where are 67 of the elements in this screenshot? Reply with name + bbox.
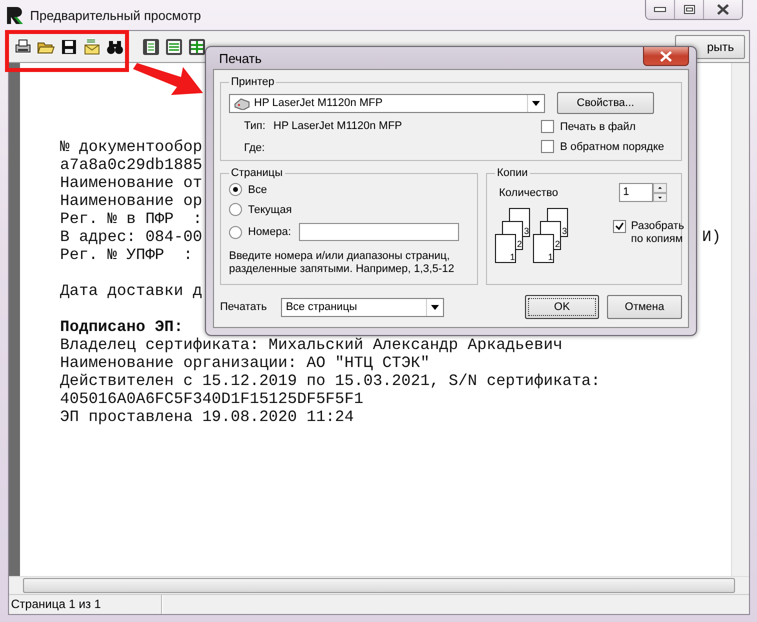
maximize-icon	[684, 5, 694, 14]
printer-icon	[234, 96, 250, 110]
radio-label: Номера:	[248, 226, 292, 238]
document-line: В адрес: 084-00	[60, 228, 202, 246]
group-label: Страницы	[230, 167, 284, 179]
maximize-button[interactable]	[674, 0, 703, 19]
copies-label: Количество	[499, 186, 558, 198]
type-label: Тип:	[244, 120, 266, 132]
document-line: Владелец сертификата: Михальский Александр Аркадьевич	[60, 336, 562, 354]
document-line: Наименование ор	[60, 192, 202, 210]
group-label: Копии	[496, 167, 529, 179]
status-page-text: Страница 1 из 1	[9, 595, 162, 614]
radio-button[interactable]	[229, 226, 242, 238]
group-label: Принтер	[230, 76, 276, 88]
collate-pages-drawing: 3 2 1 3 2 1	[495, 208, 599, 264]
printer-select[interactable]: HP LaserJet M1120n MFP	[229, 94, 545, 112]
document-line: Дата доставки д	[60, 282, 202, 300]
checkbox-label: В обратном порядке	[560, 140, 664, 152]
where-label: Где:	[244, 142, 266, 154]
close-icon	[716, 4, 730, 15]
cancel-button[interactable]: Отмена	[607, 295, 682, 319]
print-range-select[interactable]: Все страницы	[280, 298, 444, 316]
properties-button[interactable]: Свойства...	[557, 92, 654, 114]
document-line: Подписано ЭП:	[60, 318, 184, 336]
checkbox[interactable]	[613, 220, 626, 233]
dialog-title: Печать	[219, 50, 262, 66]
envelope-icon[interactable]	[83, 38, 101, 56]
window-title: Предварительный просмотр	[30, 8, 202, 22]
document-line: № документообор	[60, 138, 202, 156]
horizontal-scrollbar[interactable]	[9, 576, 749, 594]
checkbox-label: Разобрать по копиям	[631, 220, 686, 246]
document-line: ЭП проставлена 19.08.2020 11:24	[60, 408, 354, 426]
minimize-icon	[654, 6, 666, 12]
checkbox[interactable]	[541, 120, 554, 133]
copies-field[interactable]: 1	[619, 183, 653, 202]
close-button[interactable]	[703, 0, 742, 19]
document-line: Рег. № в ПФР :	[60, 210, 202, 228]
page-icon[interactable]	[142, 38, 160, 56]
type-value: HP LaserJet M1120n MFP	[273, 120, 404, 132]
app-logo-icon	[6, 5, 24, 25]
page-icon[interactable]	[165, 38, 183, 56]
radio-label: Все	[248, 184, 267, 196]
close-button[interactable]	[643, 47, 689, 66]
radio-button[interactable]	[229, 203, 242, 216]
grid-icon[interactable]	[188, 38, 206, 56]
document-line-fragment: И)	[702, 228, 721, 246]
close-icon	[659, 50, 673, 62]
minimize-button[interactable]	[646, 0, 674, 19]
print-range-label: Печатать	[220, 301, 267, 313]
document-line: Рег. № УПФР :	[60, 246, 193, 264]
checkbox[interactable]	[541, 140, 554, 153]
printer-icon[interactable]	[14, 38, 32, 56]
document-line: a7a8a0c29db1885	[60, 156, 202, 174]
radio-label: Текущая	[248, 204, 292, 216]
spin-up-icon[interactable]	[653, 183, 667, 192]
checkbox-label: Печать в файл	[560, 120, 636, 132]
document-line: 405016A0A6FC5F340D1F15125DF5F5F1	[60, 390, 364, 408]
caret-icon	[532, 100, 540, 106]
document-line: Наименование от	[60, 174, 202, 192]
page-range-hint: Введите номера и/или диапазоны страниц, разделенные запятыми. Например, 1,3,5-12	[229, 250, 456, 276]
radio-button[interactable]	[229, 183, 242, 196]
pointer-arrow	[133, 63, 203, 97]
document-line: Действителен с 15.12.2019 по 15.03.2021, S/N сертификата:	[60, 372, 600, 390]
page-numbers-field[interactable]	[299, 223, 460, 241]
caret-icon	[430, 304, 439, 310]
document-line: Наименование организации: АО "НТЦ СТЭК"	[60, 354, 430, 372]
ok-button[interactable]: OK	[525, 295, 599, 319]
